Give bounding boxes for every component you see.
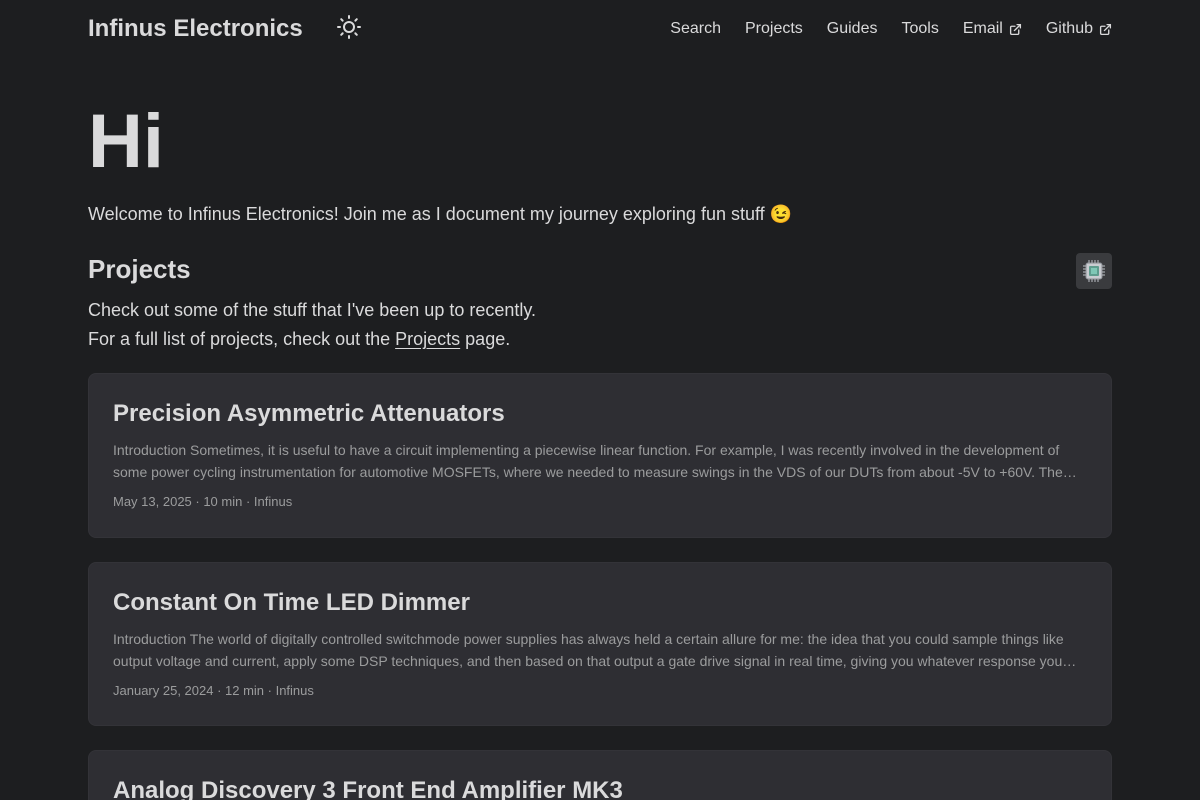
post-card[interactable]: Analog Discovery 3 Front End Amplifier M… [88, 750, 1112, 800]
post-summary: Introduction Sometimes, it is useful to … [113, 442, 1063, 480]
projects-desc-line2-before: For a full list of projects, check out t… [88, 329, 396, 349]
nav-tools[interactable]: Tools [901, 20, 938, 38]
hero-welcome-text: Welcome to Infinus Electronics! Join me … [88, 204, 793, 224]
post-title: Precision Asymmetric Attenuators [113, 400, 505, 427]
projects-desc-line2-after: page. [460, 329, 511, 349]
projects-desc-line1: Check out some of the stuff that I've be… [88, 300, 537, 320]
theme-toggle-button[interactable] [336, 15, 361, 39]
main-nav: Search Projects Guides Tools Email Githu… [646, 20, 1112, 38]
nav-email-label: Email [962, 20, 1003, 37]
nav-projects-label: Projects [744, 20, 803, 37]
projects-desc-line2: For a full list of projects, check out t… [88, 325, 536, 354]
post-title: Constant On Time LED Dimmer [113, 589, 470, 616]
brand: Infinus Electronics [88, 15, 361, 43]
site-title-link[interactable]: Infinus Electronics [88, 15, 303, 43]
post-title: Analog Discovery 3 Front End Amplifier M… [113, 777, 623, 800]
external-link-icon [1009, 23, 1022, 36]
nav-projects[interactable]: Projects [745, 20, 803, 38]
nav-search[interactable]: Search [670, 20, 721, 38]
sun-icon [336, 15, 361, 39]
nav-tools-label: Tools [901, 20, 939, 37]
hero-title: Hi [88, 99, 164, 184]
page: Infinus Electronics Search Projects Guid… [88, 0, 1112, 800]
projects-section-title: Projects [88, 254, 191, 284]
post-card[interactable]: Constant On Time LED Dimmer Introduction… [88, 562, 1112, 726]
nav-guides[interactable]: Guides [827, 20, 878, 38]
external-link-icon [1099, 23, 1112, 36]
nav-email[interactable]: Email [963, 20, 1022, 38]
post-meta: May 13, 2025 · 10 min · Infinus [113, 494, 293, 509]
nav-guides-label: Guides [826, 20, 878, 37]
nav-github-label: Github [1045, 20, 1093, 37]
projects-page-link[interactable]: Projects [395, 329, 460, 349]
nav-search-label: Search [670, 20, 721, 37]
site-header: Infinus Electronics Search Projects Guid… [88, 0, 1112, 58]
nav-github[interactable]: Github [1046, 20, 1112, 38]
projects-section-description: Check out some of the stuff that I've be… [88, 296, 536, 354]
chip-icon [1076, 253, 1112, 289]
post-card[interactable]: Precision Asymmetric Attenuators Introdu… [88, 373, 1112, 538]
post-meta: January 25, 2024 · 12 min · Infinus [113, 683, 314, 698]
post-summary: Introduction The world of digitally cont… [113, 631, 1064, 669]
